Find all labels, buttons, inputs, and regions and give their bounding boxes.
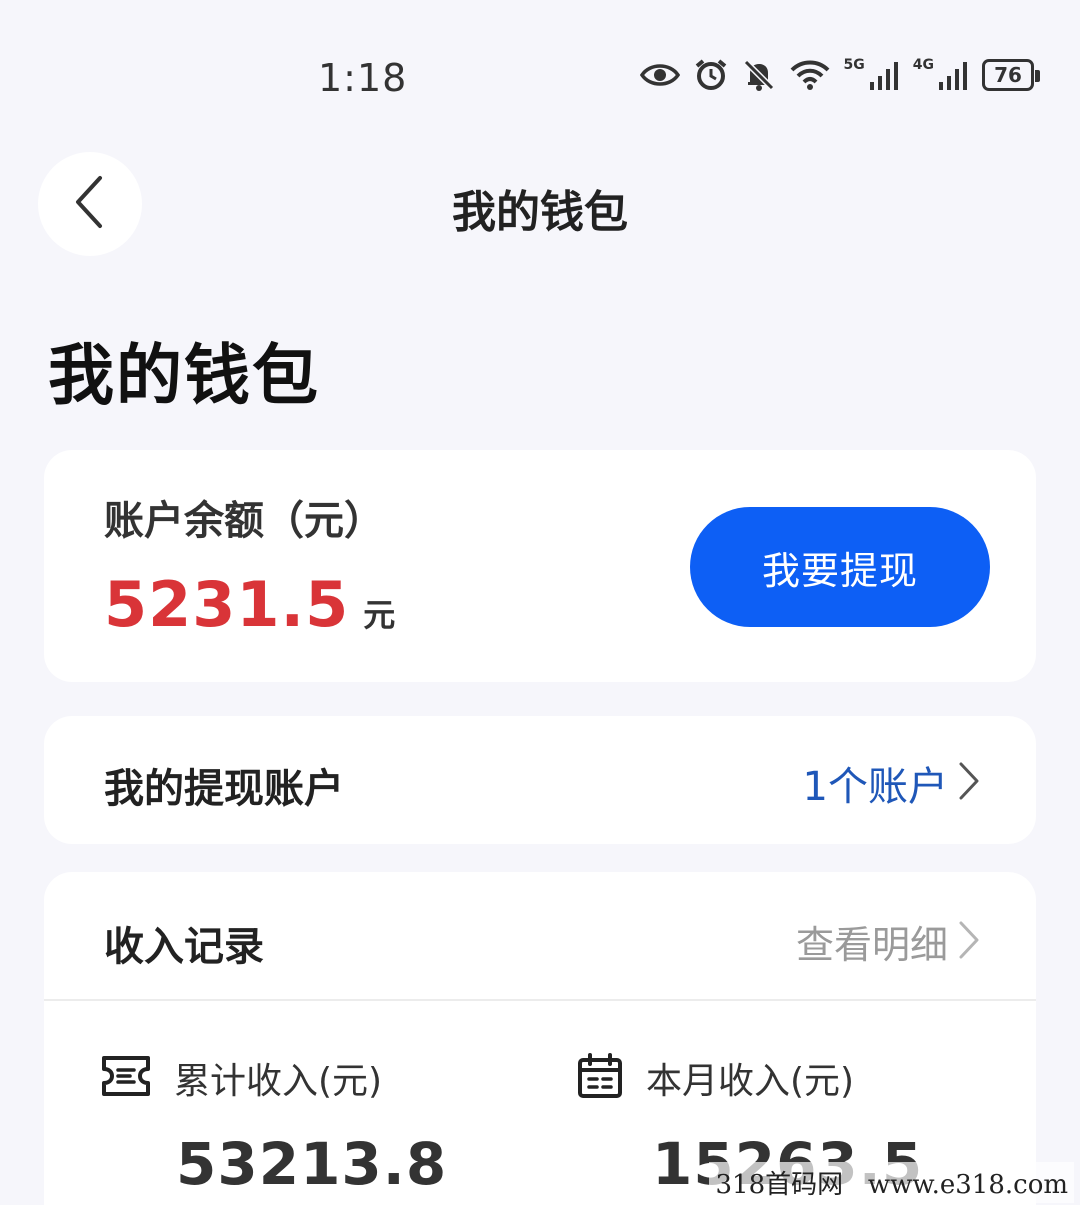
balance-label: 账户余额（元） xyxy=(104,498,384,544)
divider xyxy=(44,999,1036,1001)
wallet-page: 1:18 5G 4G 76 我的钱包 我的钱包 账户余额（元） 5231.5 元… xyxy=(0,0,1080,1205)
signal-icon xyxy=(938,60,968,90)
view-details-link[interactable]: 查看明细 xyxy=(796,914,980,969)
eye-icon xyxy=(639,61,680,89)
battery-level: 76 xyxy=(994,63,1022,87)
income-card: 收入记录 查看明细 累计收入(元) 53213.8 本月收入(元) xyxy=(44,872,1036,1205)
balance-unit: 元 xyxy=(363,596,396,634)
chevron-right-icon xyxy=(958,761,980,805)
total-income-value: 53213.8 xyxy=(176,1130,448,1198)
signal-icon xyxy=(869,60,899,90)
status-time: 1:18 xyxy=(318,56,408,100)
total-income-stat: 累计收入(元) 53213.8 xyxy=(100,1052,447,1198)
balance-amount: 5231.5 元 xyxy=(104,568,395,641)
total-income-label: 累计收入(元) xyxy=(174,1061,383,1102)
status-bar: 1:18 5G 4G 76 xyxy=(0,0,1080,135)
withdraw-account-row[interactable]: 我的提现账户 1个账户 xyxy=(44,716,1036,844)
alarm-icon xyxy=(694,58,728,92)
network-5g-label: 5G xyxy=(843,57,865,73)
nav-bar: 我的钱包 xyxy=(0,140,1080,270)
calendar-icon xyxy=(576,1052,624,1104)
chevron-right-icon xyxy=(958,920,980,964)
withdraw-account-title: 我的提现账户 xyxy=(104,766,344,812)
balance-value: 5231.5 xyxy=(104,568,350,641)
month-income-header: 本月收入(元) xyxy=(576,1052,923,1104)
bell-muted-icon xyxy=(742,58,776,92)
month-income-label: 本月收入(元) xyxy=(646,1061,855,1102)
watermark: 318首码网 www.e318.com xyxy=(709,1162,1074,1203)
battery-icon: 76 xyxy=(982,59,1040,91)
ticket-icon xyxy=(100,1054,152,1102)
status-icons: 5G 4G 76 xyxy=(639,57,1040,92)
nav-title: 我的钱包 xyxy=(452,187,628,238)
income-title: 收入记录 xyxy=(104,924,264,970)
total-income-header: 累计收入(元) xyxy=(100,1052,447,1104)
wifi-icon xyxy=(790,59,830,91)
withdraw-button[interactable]: 我要提现 xyxy=(690,507,990,627)
account-count: 1个账户 xyxy=(802,764,948,810)
withdraw-account-link[interactable]: 1个账户 xyxy=(803,754,980,812)
view-details-label: 查看明细 xyxy=(795,923,948,967)
network-4g-label: 4G xyxy=(912,57,934,73)
balance-card: 账户余额（元） 5231.5 元 我要提现 xyxy=(44,450,1036,682)
page-title: 我的钱包 xyxy=(48,337,320,414)
